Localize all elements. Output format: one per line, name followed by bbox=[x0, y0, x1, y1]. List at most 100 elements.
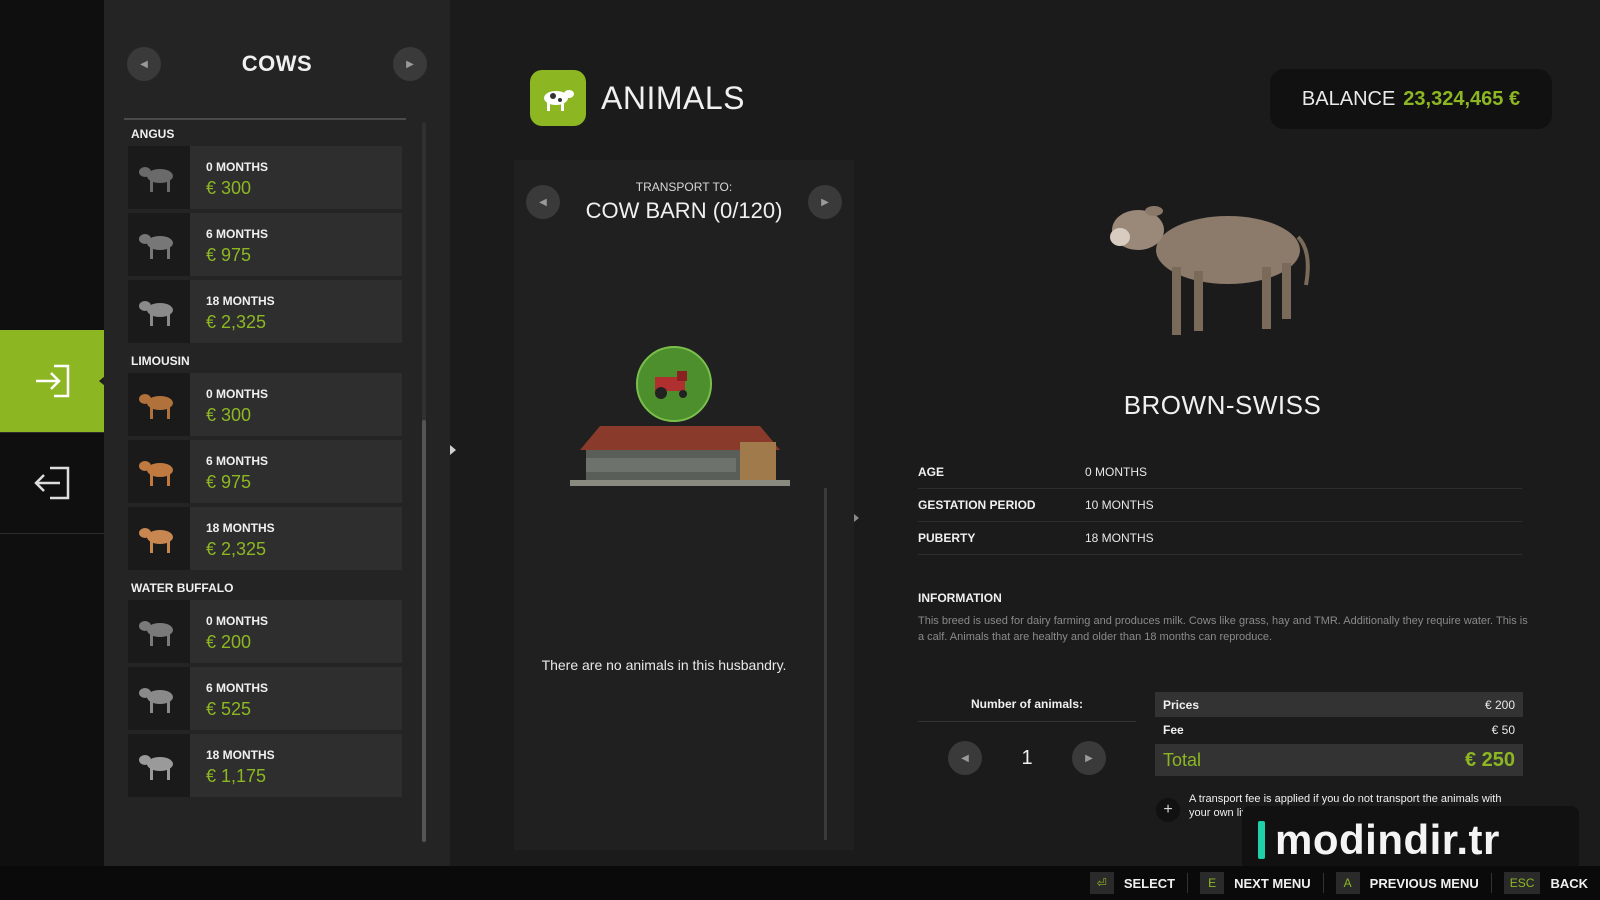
next-category-button[interactable]: ▶ bbox=[392, 47, 427, 81]
previous-destination-button[interactable]: ◀ bbox=[526, 185, 560, 219]
fee-label: Fee bbox=[1163, 722, 1184, 737]
animal-price: € 975 bbox=[206, 472, 252, 492]
stat-key: GESTATION PERIOD bbox=[918, 498, 1036, 512]
breed-label: ANGUS bbox=[131, 127, 175, 141]
animal-name: BROWN-SWISS bbox=[1123, 390, 1322, 420]
next-menu-label: NEXT MENU bbox=[1234, 875, 1311, 891]
chevron-right-icon: ▶ bbox=[821, 196, 829, 208]
stat-key: PUBERTY bbox=[918, 531, 976, 545]
brown-swiss-calf-image bbox=[1110, 206, 1310, 335]
stat-value: 0 MONTHS bbox=[1085, 465, 1148, 479]
animal-price: € 975 bbox=[206, 245, 252, 265]
animal-age: 18 MONTHS bbox=[206, 521, 275, 535]
animal-age: 0 MONTHS bbox=[206, 160, 269, 174]
animal-thumbnail bbox=[128, 280, 190, 343]
decrease-quantity-button[interactable]: ◀ bbox=[948, 741, 982, 775]
animal-info: 0 MONTHS € 200 bbox=[190, 600, 268, 663]
enter-icon bbox=[36, 364, 70, 398]
sell-tab-button[interactable] bbox=[0, 432, 104, 534]
watermark: modindir.tr bbox=[1242, 806, 1579, 874]
chevron-left-icon: ◀ bbox=[539, 196, 547, 208]
animal-category-panel: ◀ COWS ▶ ANGUS 0 MONTHS € 300 6 MONTHS € 975… bbox=[104, 0, 456, 866]
back-action[interactable]: ESC BACK bbox=[1503, 872, 1588, 894]
balance-value: 23,324,465 € bbox=[1403, 87, 1521, 110]
information-title: INFORMATION bbox=[918, 591, 1002, 605]
animal-age: 6 MONTHS bbox=[206, 454, 269, 468]
chevron-right-icon: ▶ bbox=[406, 58, 414, 70]
animal-age: 18 MONTHS bbox=[206, 294, 275, 308]
next-menu-action[interactable]: E NEXT MENU bbox=[1200, 872, 1311, 894]
page-title: ANIMALS bbox=[601, 80, 745, 116]
transport-panel: ◀ TRANSPORT TO: COW BARN (0/120) ▶ There… bbox=[514, 160, 854, 850]
animal-list-item[interactable]: 6 MONTHS € 525 bbox=[128, 667, 402, 730]
animal-price: € 1,175 bbox=[206, 766, 267, 786]
animal-thumbnail bbox=[128, 146, 190, 209]
empty-husbandry-message: There are no animals in this husbandry. bbox=[541, 657, 787, 673]
increase-quantity-button[interactable]: ▶ bbox=[1072, 741, 1106, 775]
transport-destination: COW BARN (0/120) bbox=[585, 198, 783, 223]
prices-value: € 200 bbox=[1484, 697, 1515, 712]
total-label: Total bbox=[1163, 749, 1202, 770]
animal-price: € 300 bbox=[206, 405, 252, 425]
animal-price: € 525 bbox=[206, 699, 252, 719]
category-header: ◀ COWS ▶ bbox=[127, 44, 427, 84]
chevron-right-icon: ▶ bbox=[1085, 752, 1093, 764]
plus-icon: + bbox=[1156, 798, 1180, 822]
stat-row-age: AGE 0 MONTHS bbox=[918, 456, 1522, 489]
animal-list-item[interactable]: 0 MONTHS € 300 bbox=[128, 146, 402, 209]
esc-key-icon: ESC bbox=[1503, 872, 1541, 894]
fee-value: € 50 bbox=[1491, 722, 1515, 737]
stat-row-puberty: PUBERTY 18 MONTHS bbox=[918, 522, 1522, 555]
animal-thumbnail bbox=[128, 600, 190, 663]
total-value: € 250 bbox=[1464, 748, 1515, 771]
breed-label: WATER BUFFALO bbox=[131, 581, 234, 595]
animal-list-item[interactable]: 6 MONTHS € 975 bbox=[128, 440, 402, 503]
quantity-label: Number of animals: bbox=[918, 697, 1136, 722]
transport-header: ◀ TRANSPORT TO: COW BARN (0/120) ▶ bbox=[526, 180, 842, 223]
divider bbox=[1322, 873, 1324, 893]
animal-list-item[interactable]: 18 MONTHS € 1,175 bbox=[128, 734, 402, 797]
expand-arrow-icon bbox=[854, 514, 859, 522]
animal-thumbnail bbox=[128, 667, 190, 730]
animal-list-item[interactable]: 18 MONTHS € 2,325 bbox=[128, 507, 402, 570]
animal-age: 0 MONTHS bbox=[206, 387, 269, 401]
animal-list-scrollbar[interactable] bbox=[422, 122, 426, 842]
animal-thumbnail bbox=[128, 373, 190, 436]
animal-info: 6 MONTHS € 975 bbox=[190, 213, 268, 276]
animal-thumbnail bbox=[128, 440, 190, 503]
animal-thumbnail bbox=[128, 734, 190, 797]
animal-price: € 2,325 bbox=[206, 312, 267, 332]
category-title: COWS bbox=[241, 51, 313, 76]
back-label: BACK bbox=[1550, 875, 1588, 891]
stat-row-gestation: GESTATION PERIOD 10 MONTHS bbox=[918, 489, 1522, 522]
divider bbox=[1490, 873, 1492, 893]
total-row: Total € 250 bbox=[1155, 744, 1523, 776]
a-key-icon: A bbox=[1335, 872, 1360, 894]
select-label: SELECT bbox=[1123, 875, 1176, 891]
previous-category-button[interactable]: ◀ bbox=[127, 47, 161, 81]
buy-tab-button[interactable] bbox=[0, 330, 105, 432]
animal-info: 0 MONTHS € 300 bbox=[190, 373, 268, 436]
animal-list-item[interactable]: 6 MONTHS € 975 bbox=[128, 213, 402, 276]
select-action[interactable]: ⏎ SELECT bbox=[1089, 872, 1176, 894]
animal-info: 18 MONTHS € 2,325 bbox=[190, 280, 275, 343]
next-destination-button[interactable]: ▶ bbox=[807, 185, 842, 219]
transport-scrollbar[interactable] bbox=[824, 488, 827, 840]
information-text: This breed is used for dairy farming and… bbox=[918, 615, 1528, 643]
side-rail bbox=[0, 0, 105, 866]
fee-row: Fee € 50 bbox=[1155, 717, 1523, 742]
animal-thumbnail bbox=[128, 507, 190, 570]
chevron-left-icon: ◀ bbox=[140, 58, 148, 70]
scrollbar-thumb[interactable] bbox=[422, 420, 426, 842]
transport-label: TRANSPORT TO: bbox=[635, 180, 733, 194]
watermark-bar bbox=[1258, 821, 1265, 859]
cow-icon bbox=[530, 70, 586, 126]
animal-list-item[interactable]: 18 MONTHS € 2,325 bbox=[128, 280, 402, 343]
animal-list-item[interactable]: 0 MONTHS € 300 bbox=[128, 373, 402, 436]
quantity-value: 1 bbox=[1021, 746, 1033, 769]
animal-list-item[interactable]: 0 MONTHS € 200 bbox=[128, 600, 402, 663]
previous-menu-label: PREVIOUS MENU bbox=[1369, 875, 1479, 891]
stat-key: AGE bbox=[918, 465, 945, 479]
exit-icon bbox=[34, 466, 70, 500]
previous-menu-action[interactable]: A PREVIOUS MENU bbox=[1335, 872, 1479, 894]
